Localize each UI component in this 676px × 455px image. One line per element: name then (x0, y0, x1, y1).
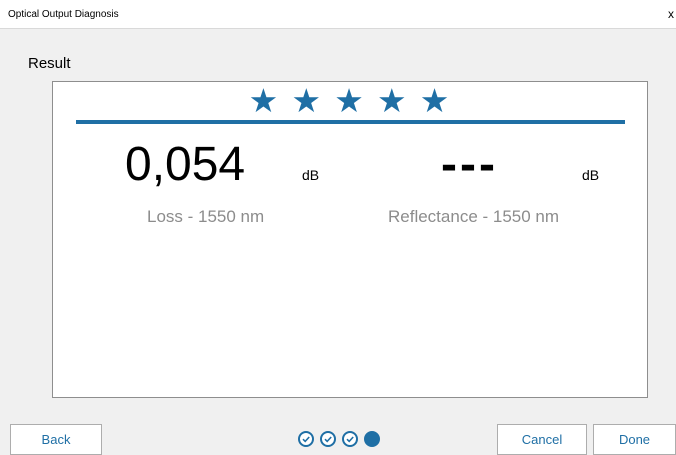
step-complete-check-icon (320, 431, 336, 447)
star-icon: ★ (419, 82, 452, 119)
done-button[interactable]: Done (593, 424, 676, 455)
loss-value: 0,054 (125, 138, 246, 191)
window-title: Optical Output Diagnosis (8, 9, 119, 20)
rating-stars: ★ ★ ★ ★ ★ (53, 84, 647, 118)
section-label-result: Result (28, 55, 71, 72)
title-bar: Optical Output Diagnosis x (0, 0, 676, 29)
step-current-dot-icon (364, 431, 380, 447)
close-icon[interactable]: x (668, 7, 674, 21)
star-icon: ★ (334, 82, 366, 119)
loss-unit: dB (302, 167, 320, 183)
star-icon: ★ (291, 82, 324, 119)
result-panel: ★ ★ ★ ★ ★ 0,054 dB --- dB Loss - 1550 nm… (52, 81, 648, 398)
divider-line (76, 120, 625, 124)
cancel-button[interactable]: Cancel (497, 424, 587, 455)
star-icon: ★ (248, 82, 281, 119)
loss-caption: Loss - 1550 nm (147, 207, 265, 226)
star-icon: ★ (376, 82, 409, 119)
step-indicator (298, 430, 380, 448)
reflectance-caption: Reflectance - 1550 nm (388, 207, 560, 226)
back-button[interactable]: Back (10, 424, 102, 455)
reflectance-value: --- (441, 138, 498, 191)
step-complete-check-icon (342, 431, 358, 447)
reflectance-unit: dB (582, 167, 600, 183)
step-complete-check-icon (298, 431, 314, 447)
